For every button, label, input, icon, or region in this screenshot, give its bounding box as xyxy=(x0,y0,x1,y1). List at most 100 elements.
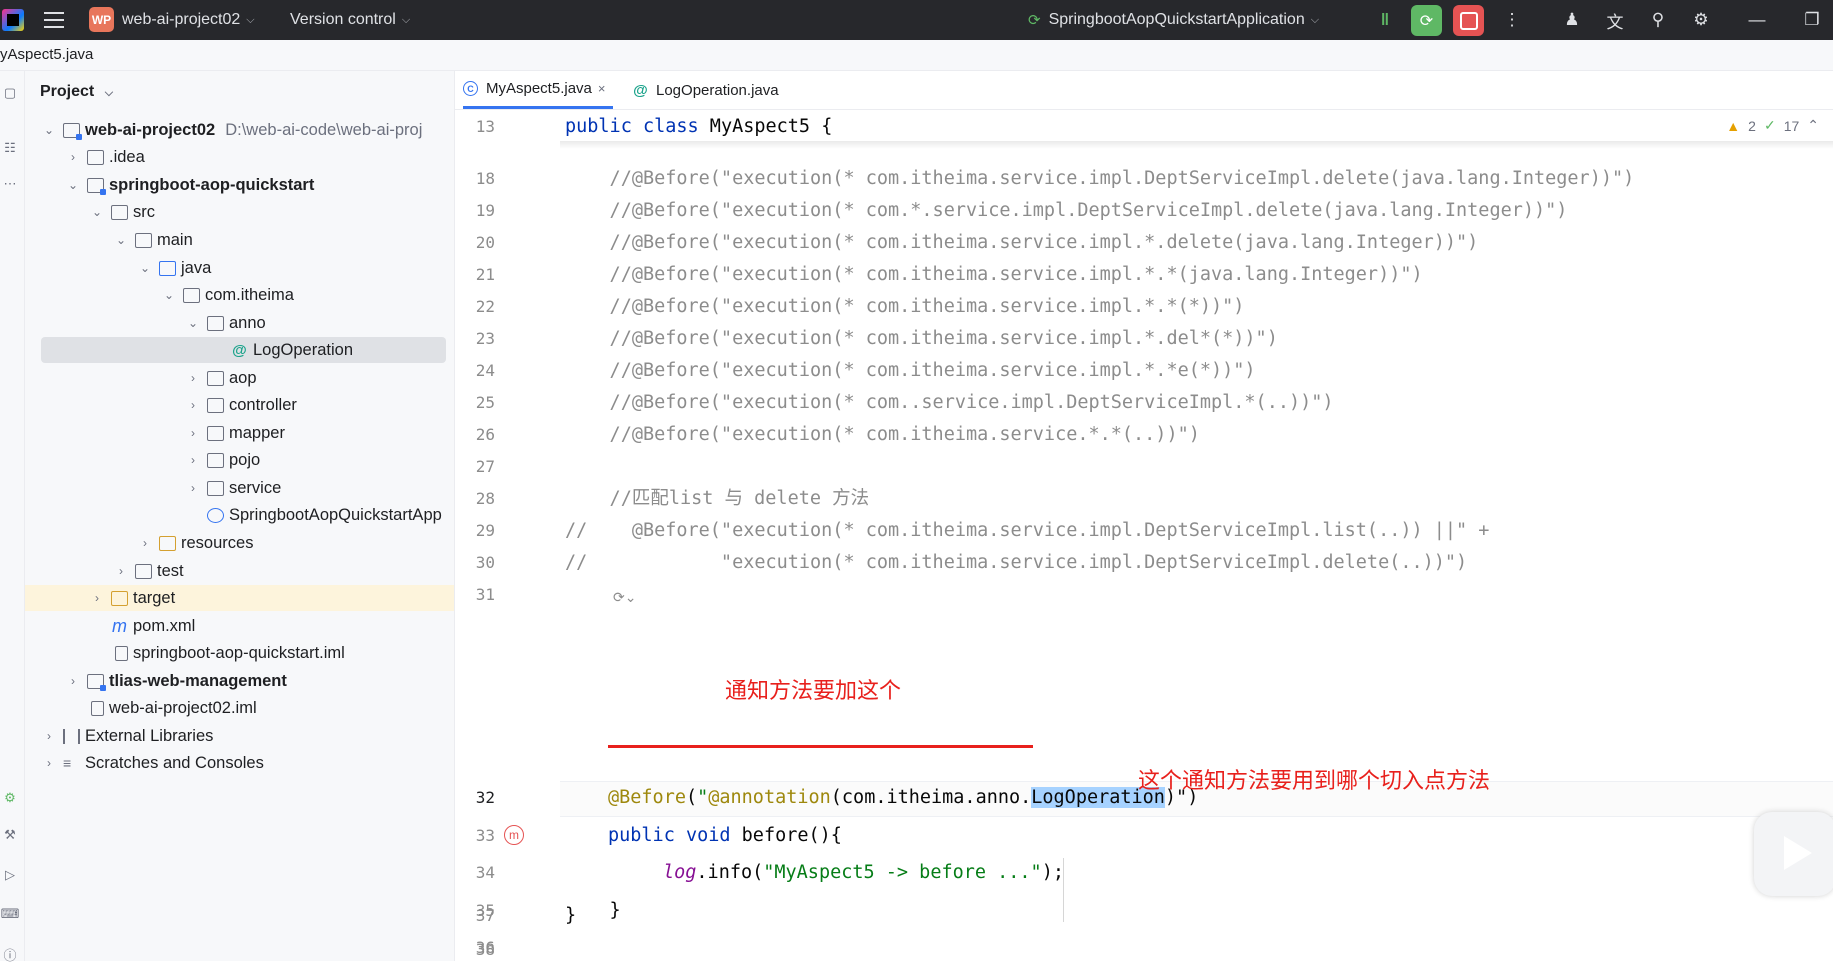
code-line[interactable]: } xyxy=(565,900,576,932)
code-line[interactable]: //匹配list 与 delete 方法 xyxy=(565,483,870,515)
tree-item-label: main xyxy=(157,230,193,249)
tree-item-label: resources xyxy=(181,533,254,552)
tree-item-springboot-application[interactable]: SpringbootAopQuickstartApp xyxy=(25,502,454,528)
chevron-down-icon: ⌵ xyxy=(1310,13,1320,26)
build-tool-icon[interactable]: ⚒ xyxy=(0,825,20,845)
tree-item-anno[interactable]: ⌄ anno xyxy=(25,310,454,336)
project-tool-icon[interactable]: ▢ xyxy=(0,83,20,103)
sticky-line[interactable]: public class MyAspect5 { xyxy=(565,111,832,143)
code-line[interactable]: // @Before("execution(* com.itheima.serv… xyxy=(565,515,1489,547)
spring-class-icon xyxy=(207,507,224,523)
code-line[interactable]: //@Before("execution(* com.itheima.servi… xyxy=(565,163,1635,195)
code-line[interactable]: //@Before("execution(* com.itheima.servi… xyxy=(565,355,1256,387)
line-number: 13 xyxy=(475,117,495,136)
close-icon[interactable]: × xyxy=(598,81,606,96)
tree-item-service[interactable]: › service xyxy=(25,475,454,501)
code-line[interactable]: //@Before("execution(* com.itheima.servi… xyxy=(565,259,1423,291)
tree-item-external-libraries[interactable]: › External Libraries xyxy=(25,723,454,749)
add-user-icon[interactable]: ♟ xyxy=(1560,8,1584,32)
tree-item-aop[interactable]: › aop xyxy=(25,365,454,391)
tree-item-springboot-aop-quickstart[interactable]: ⌄ springboot-aop-quickstart xyxy=(25,172,454,198)
inspections-widget[interactable]: ▲ 2 ✓ 17 ⌃ xyxy=(1726,117,1819,134)
chevron-right-icon: › xyxy=(191,371,195,385)
search-icon[interactable]: ⚲ xyxy=(1646,8,1670,32)
rerun-button[interactable]: ⟳ xyxy=(1411,5,1442,36)
method-advice-gutter-icon[interactable]: m xyxy=(504,825,524,845)
tree-item-tlias-web-management[interactable]: › tlias-web-management xyxy=(25,668,454,694)
tree-item-resources[interactable]: › resources xyxy=(25,530,454,556)
more-actions-icon[interactable]: ⋮ xyxy=(1500,8,1524,32)
tree-item-logoperation[interactable]: @ LogOperation xyxy=(41,337,446,363)
tree-item-scratches[interactable]: › ≡ Scratches and Consoles xyxy=(25,750,454,776)
source-folder-icon xyxy=(159,260,176,276)
vcs-selector[interactable]: Version control ⌵ xyxy=(290,0,410,40)
more-tools-icon[interactable]: ⋯ xyxy=(0,174,20,194)
tree-item-pom-xml[interactable]: m pom.xml xyxy=(25,613,454,639)
tree-item-com-itheima[interactable]: ⌄ com.itheima xyxy=(25,282,454,308)
tree-item-label: pojo xyxy=(229,450,261,469)
library-icon xyxy=(63,728,80,744)
project-panel-header[interactable]: Project ⌵ xyxy=(40,83,113,101)
package-icon xyxy=(183,287,200,303)
settings-gear-icon[interactable]: ⚙ xyxy=(1689,8,1713,32)
video-play-button[interactable] xyxy=(1754,812,1833,896)
translate-icon[interactable]: 文 xyxy=(1603,8,1627,32)
tree-item-target[interactable]: › target xyxy=(25,585,454,611)
chevron-right-icon: › xyxy=(191,481,195,495)
tree-item-pojo[interactable]: › pojo xyxy=(25,447,454,473)
keyword: public xyxy=(565,116,632,137)
sticky-divider xyxy=(560,141,1833,149)
restore-icon[interactable]: ❐ xyxy=(1800,8,1824,32)
tree-item-java[interactable]: ⌄ java xyxy=(25,255,454,281)
breadcrumb-file[interactable]: yAspect5.java xyxy=(0,46,93,63)
module-icon xyxy=(87,673,106,691)
code-line[interactable]: // "execution(* com.itheima.service.impl… xyxy=(565,547,1467,579)
minimize-icon[interactable]: — xyxy=(1745,8,1769,32)
chevron-down-icon: ⌵ xyxy=(246,13,255,26)
code-line[interactable]: //@Before("execution(* com.*.service.imp… xyxy=(565,195,1568,227)
tree-item-label: web-ai-project02 xyxy=(85,120,216,139)
tab-logoperation[interactable]: @ LogOperation.java xyxy=(633,71,778,109)
terminal-tool-icon[interactable]: ⌨ xyxy=(0,904,20,924)
code-line-33[interactable]: public void before(){ xyxy=(608,820,842,852)
tree-item-src[interactable]: ⌄ src xyxy=(25,199,454,225)
structure-tool-icon[interactable]: ☷ xyxy=(0,138,20,158)
code-line-32[interactable]: @Before("@annotation(com.itheima.anno.Lo… xyxy=(608,782,1198,814)
tree-item-label: service xyxy=(229,478,282,497)
debug-icon[interactable]: ‖ xyxy=(1373,8,1397,32)
tree-item-mapper[interactable]: › mapper xyxy=(25,420,454,446)
line-number: 18 xyxy=(475,169,495,188)
code-line[interactable]: //@Before("execution(* com.itheima.servi… xyxy=(565,323,1278,355)
code-line-34[interactable]: log.info("MyAspect5 -> before ..."); xyxy=(663,857,1064,889)
inlay-action-icon[interactable]: ⟳⌄ xyxy=(613,589,636,606)
tree-item-label: .idea xyxy=(109,147,145,166)
quote-token: " xyxy=(697,787,709,808)
tree-item-web-ai-project02[interactable]: ⌄ web-ai-project02 D:\web-ai-code\web-ai-p… xyxy=(25,117,454,143)
warning-icon: ▲ xyxy=(1726,117,1741,134)
stop-button[interactable] xyxy=(1453,5,1484,36)
project-badge[interactable]: WP xyxy=(89,7,114,32)
run-config-selector[interactable]: ⟳ SpringbootAopQuickstartApplication ⌵ xyxy=(1028,0,1319,40)
tree-item-module-iml[interactable]: springboot-aop-quickstart.iml xyxy=(25,640,454,666)
line-number: 29 xyxy=(475,521,495,540)
code-line[interactable]: //@Before("execution(* com.itheima.servi… xyxy=(565,419,1200,451)
tree-item-test[interactable]: › test xyxy=(25,558,454,584)
package-icon xyxy=(207,425,224,441)
tree-item-project-iml[interactable]: web-ai-project02.iml xyxy=(25,695,454,721)
main-menu-icon[interactable] xyxy=(44,12,64,33)
services-tool-icon[interactable]: ⚙ xyxy=(0,788,20,808)
annotation-token: @Before xyxy=(608,787,686,808)
tree-item-main[interactable]: ⌄ main xyxy=(25,227,454,253)
code-line[interactable]: //@Before("execution(* com.itheima.servi… xyxy=(565,291,1245,323)
project-selector[interactable]: web-ai-project02 ⌵ xyxy=(122,0,255,40)
rerun-icon: ⟳ xyxy=(1419,12,1434,30)
problems-tool-icon[interactable]: ⓘ xyxy=(0,944,20,964)
chevron-down-icon: ⌄ xyxy=(67,178,79,192)
code-line[interactable]: //@Before("execution(* com.itheima.servi… xyxy=(565,227,1479,259)
tab-myaspect5[interactable]: C MyAspect5.java × xyxy=(463,71,614,109)
tree-item-controller[interactable]: › controller xyxy=(25,392,454,418)
tree-item-idea[interactable]: › .idea xyxy=(25,144,454,170)
run-tool-icon[interactable]: ▷ xyxy=(0,865,20,885)
code-line[interactable]: //@Before("execution(* com..service.impl… xyxy=(565,387,1334,419)
folder-icon xyxy=(135,563,152,579)
